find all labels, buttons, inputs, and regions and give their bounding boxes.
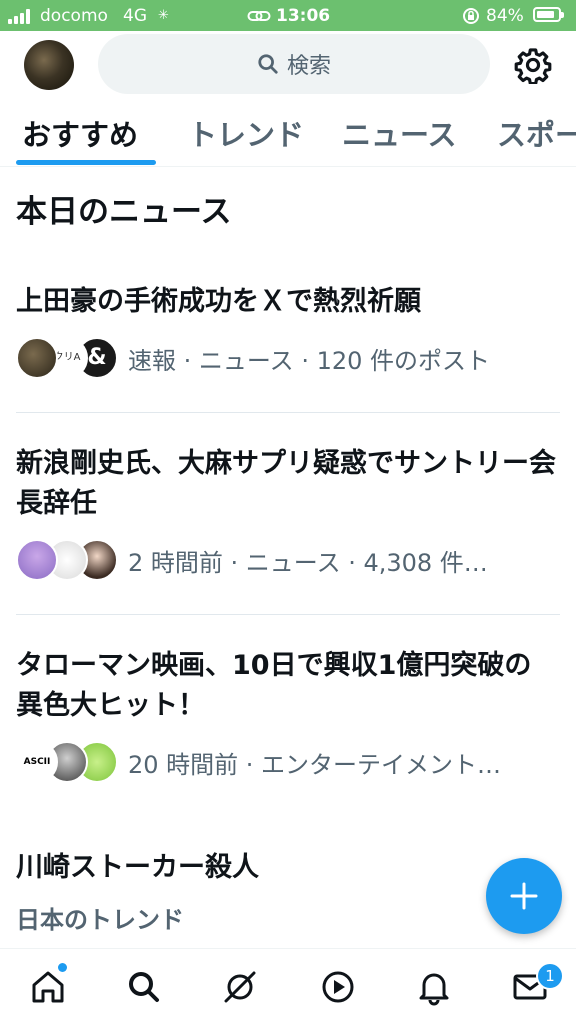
news-meta-text: 速報 · ニュース · 120 件のポスト bbox=[128, 346, 491, 375]
messages-badge: 1 bbox=[536, 962, 564, 990]
trend-subtitle: 日本のトレンド bbox=[16, 906, 184, 934]
battery-icon bbox=[533, 7, 564, 22]
bottom-nav bbox=[0, 948, 576, 1025]
bell-icon[interactable] bbox=[414, 967, 454, 1007]
profile-avatar[interactable] bbox=[24, 40, 74, 90]
link-icon bbox=[247, 11, 271, 21]
carrier-label: docomo bbox=[40, 6, 108, 26]
tab-bar: おすすめ トレンド ニュース スポー bbox=[0, 100, 576, 167]
grok-icon[interactable] bbox=[220, 967, 260, 1007]
orientation-lock-icon bbox=[463, 8, 479, 24]
battery-percent: 84% bbox=[486, 6, 524, 26]
section-title: 本日のニュース bbox=[16, 194, 232, 230]
tab-news[interactable]: ニュース bbox=[342, 112, 457, 154]
network-label: 4G bbox=[123, 6, 147, 26]
divider bbox=[16, 412, 560, 413]
home-icon[interactable] bbox=[28, 967, 68, 1007]
avatar bbox=[16, 539, 58, 581]
home-notification-dot bbox=[58, 963, 67, 972]
tab-sports[interactable]: スポー bbox=[497, 112, 576, 154]
clock: 13:06 bbox=[276, 6, 331, 26]
avatar bbox=[16, 337, 58, 379]
search-bar[interactable]: 検索 bbox=[98, 34, 490, 94]
compose-button[interactable] bbox=[486, 858, 562, 934]
trend-title[interactable]: 川崎ストーカー殺人 bbox=[16, 848, 556, 888]
news-meta-text: 20 時間前 · エンターテイメント… bbox=[128, 750, 502, 779]
search-icon[interactable] bbox=[124, 967, 164, 1007]
play-icon[interactable] bbox=[318, 967, 358, 1007]
tab-recommended[interactable]: おすすめ bbox=[22, 112, 138, 154]
divider bbox=[16, 614, 560, 615]
news-meta[interactable]: 2 時間前 · ニュース · 4,308 件… bbox=[16, 538, 548, 582]
gear-icon[interactable] bbox=[514, 46, 552, 84]
tab-trends[interactable]: トレンド bbox=[188, 112, 304, 154]
avatar: ASCII bbox=[16, 741, 58, 783]
search-placeholder: 検索 bbox=[286, 54, 331, 79]
signal-icon bbox=[8, 8, 34, 24]
compose-plus-icon bbox=[510, 882, 538, 910]
news-title[interactable]: タローマン映画、10日で興収1億円突破の異色大ヒット！ bbox=[16, 646, 556, 726]
status-bar: docomo 4G ✳ 13:06 84% bbox=[0, 0, 576, 31]
news-title[interactable]: 上田豪の手術成功をＸで熱烈祈願 bbox=[16, 282, 556, 322]
search-icon bbox=[258, 54, 278, 74]
news-title[interactable]: 新浪剛史氏、大麻サプリ疑惑でサントリー会長辞任 bbox=[16, 444, 556, 524]
loading-icon: ✳ bbox=[158, 8, 169, 23]
news-meta[interactable]: ASCII 20 時間前 · エンターテイメント… bbox=[16, 740, 548, 784]
news-meta-text: 2 時間前 · ニュース · 4,308 件… bbox=[128, 548, 488, 577]
active-tab-indicator bbox=[16, 160, 156, 165]
news-meta[interactable]: クリA & 速報 · ニュース · 120 件のポスト bbox=[16, 336, 548, 380]
